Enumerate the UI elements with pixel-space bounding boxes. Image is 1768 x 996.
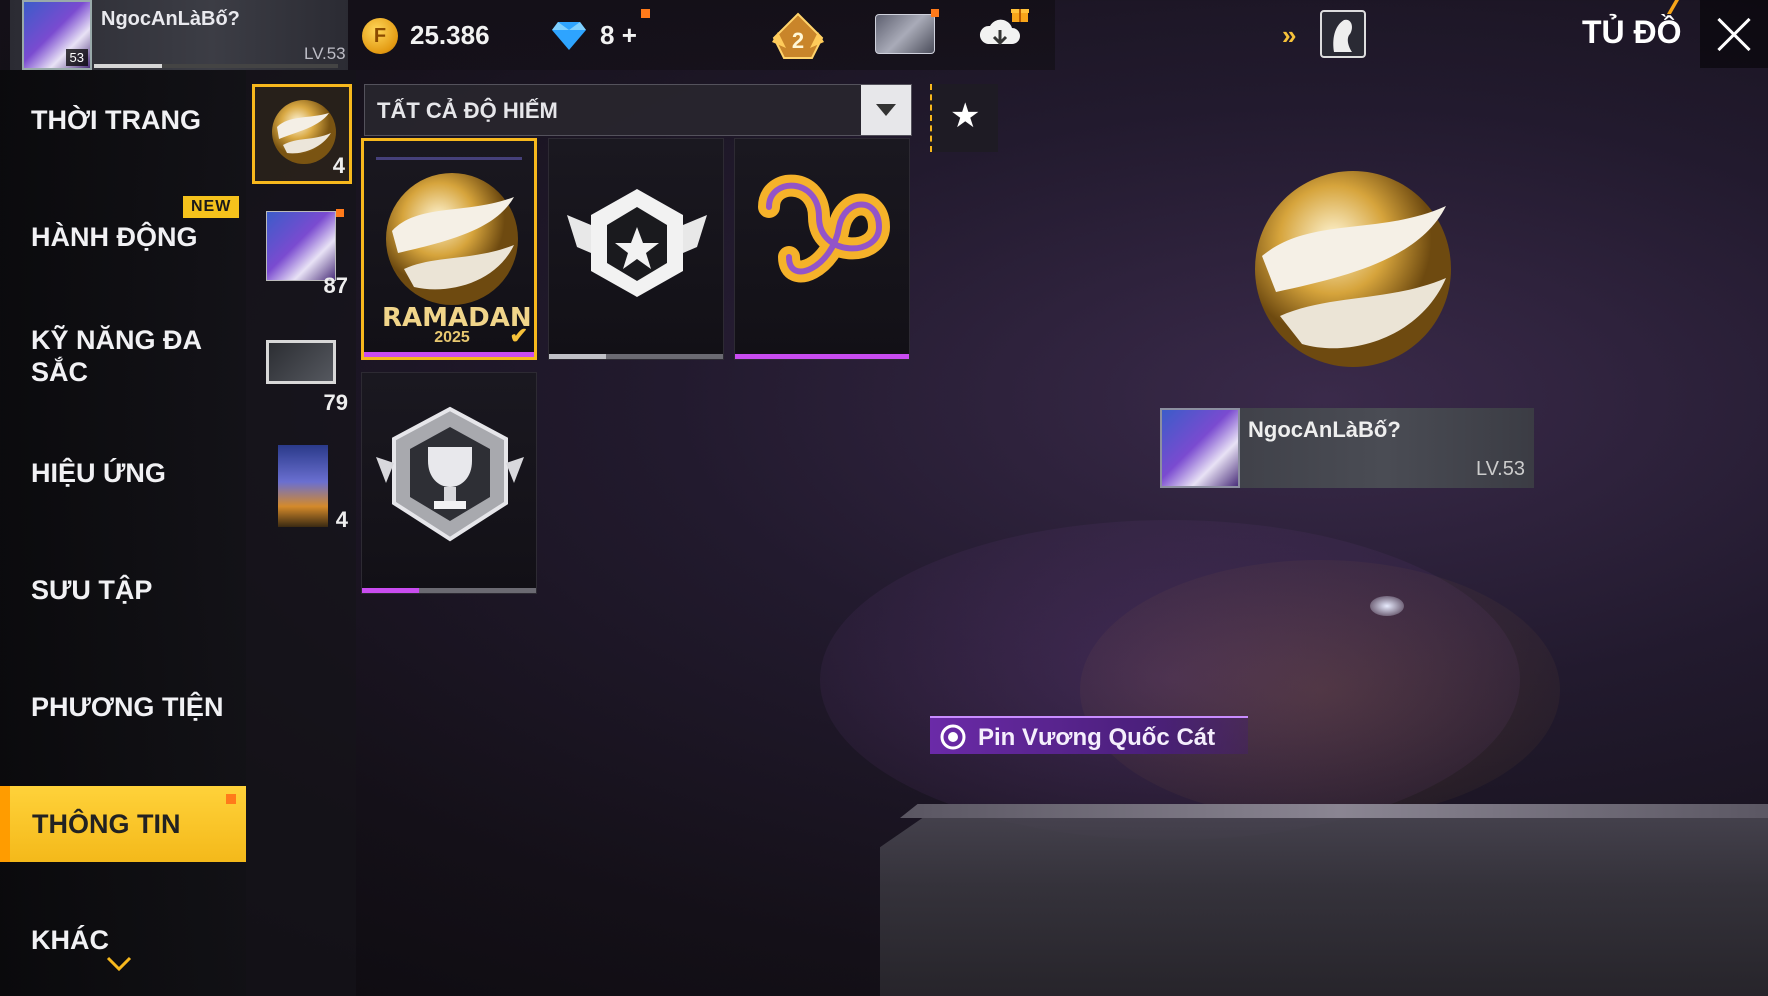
gear-badge-icon (940, 724, 966, 750)
menu-item-effects[interactable]: HIỆU ỨNG (0, 421, 246, 531)
scene-glow-warm (1080, 560, 1560, 820)
profile-name: NgocAnLàBố? (101, 8, 240, 30)
rarity-bar-fill (362, 588, 420, 593)
preview-pin-icon (1255, 171, 1451, 367)
close-button[interactable] (1700, 0, 1768, 68)
notification-dot (336, 209, 344, 217)
add-diamond-button[interactable]: + (622, 20, 637, 50)
winged-star-emblem-icon (567, 189, 707, 297)
rarity-bar (362, 588, 536, 593)
menu-item-label: SƯU TẬP (31, 575, 153, 605)
diamond-balance[interactable]: 8 + (600, 20, 637, 51)
ribbon-knot-icon (758, 174, 891, 283)
banner-thumbnail-icon (266, 340, 336, 384)
gift-icon (1011, 9, 1029, 22)
subcategory-count: 4 (335, 507, 348, 532)
ramadan-pin-icon (386, 173, 518, 305)
subcategory-count: 79 (323, 390, 348, 415)
rarity-filter-dropdown[interactable]: TẤT CẢ ĐỘ HIẾM (364, 84, 912, 136)
page-title: TỦ ĐỒ (1582, 14, 1682, 50)
coin-balance: 25.386 (410, 20, 490, 50)
display-platform (880, 810, 1768, 996)
selected-item-tag: Pin Vương Quốc Cát (930, 716, 1248, 754)
double-chevron-right-icon[interactable]: » (1282, 20, 1297, 51)
subcategory-avatars[interactable]: 87 (252, 201, 352, 301)
menu-item-label: HÀNH ĐỘNG (31, 222, 198, 252)
menu-item-fashion[interactable]: THỜI TRANG (0, 70, 246, 180)
menu-item-multicolor-skills[interactable]: KỸ NĂNG ĐA SẮC (0, 304, 246, 414)
scene-lamp (1370, 596, 1404, 616)
subcategory-count: 4 (332, 153, 345, 178)
item-tile-star-emblem[interactable] (548, 138, 724, 360)
diamond-icon (552, 22, 586, 50)
rarity-bar (735, 354, 909, 359)
rarity-bar-fill (549, 354, 607, 359)
menu-item-label: THỜI TRANG (31, 105, 202, 135)
rarity-bar-fill (735, 354, 909, 359)
menu-item-label: THÔNG TIN (32, 809, 181, 839)
menu-item-vehicles[interactable]: PHƯƠNG TIỆN (0, 655, 246, 765)
rarity-filter-label: TẤT CẢ ĐỘ HIẾM (377, 98, 558, 123)
pin-thumbnail-icon (272, 100, 336, 164)
tile-divider (376, 157, 522, 160)
item-tile-trophy-emblem[interactable] (361, 372, 537, 594)
accent-decoration (1666, 0, 1680, 14)
menu-item-info[interactable]: THÔNG TIN (0, 786, 246, 862)
profile-level: LV.53 (304, 44, 346, 63)
profile-chip[interactable]: 53 NgocAnLàBố? LV.53 (10, 0, 348, 70)
rarity-bar (549, 354, 723, 359)
menu-item-label: KHÁC (31, 925, 109, 955)
subcategory-cards[interactable]: 4 (252, 435, 352, 535)
trophy-emblem-icon (376, 406, 524, 542)
subcategory-banners[interactable]: 79 (252, 318, 352, 418)
player-name-card: NgocAnLàBố? LV.53 (1160, 408, 1534, 488)
gold-coin-icon: F (362, 18, 398, 54)
xp-progress-bar (94, 64, 338, 68)
card-thumbnail-icon (278, 445, 328, 527)
notification-dot (641, 9, 650, 18)
dropdown-arrow-icon[interactable] (861, 85, 911, 135)
new-badge: NEW (183, 196, 240, 218)
favorite-button[interactable]: ★ (930, 84, 998, 152)
avatar[interactable]: 53 (22, 0, 92, 70)
subcategory-count: 87 (323, 273, 348, 298)
star-icon: ★ (950, 97, 981, 135)
rank-number: 2 (792, 28, 804, 53)
rarity-bar (364, 352, 534, 357)
menu-item-label: KỸ NĂNG ĐA SẮC (31, 325, 202, 387)
name-card-level: LV.53 (1476, 458, 1525, 480)
diamond-count: 8 (600, 20, 615, 50)
rarity-bar-fill (364, 352, 534, 357)
ramadan-year: 2025 (434, 329, 470, 346)
notification-dot (226, 794, 236, 804)
menu-item-collection[interactable]: SƯU TẬP (0, 538, 246, 648)
membership-card-icon[interactable] (875, 14, 935, 54)
menu-item-label: PHƯƠNG TIỆN (31, 692, 224, 722)
avatar-level-badge: 53 (65, 49, 88, 66)
selected-item-name: Pin Vương Quốc Cát (978, 724, 1216, 751)
menu-item-label: HIỆU ỨNG (31, 458, 166, 488)
chevron-down-icon[interactable] (106, 956, 132, 972)
character-portrait-icon[interactable] (1320, 10, 1366, 58)
equipped-check-icon: ✔ (509, 323, 528, 348)
name-card-avatar (1160, 408, 1240, 488)
menu-item-other[interactable]: KHÁC (0, 890, 246, 996)
display-platform-rim (900, 804, 1768, 818)
subcategory-pins[interactable]: 4 (252, 84, 352, 184)
rank-badge-icon[interactable]: 2 (768, 12, 828, 60)
name-card-player-name: NgocAnLàBố? (1248, 417, 1401, 442)
notification-dot (931, 9, 939, 17)
item-tile-ribbon-pin[interactable] (734, 138, 910, 360)
avatar-thumbnail-icon (266, 211, 336, 281)
item-tile-ramadan-pin[interactable]: RAMADAN 2025 ✔ (361, 138, 537, 360)
